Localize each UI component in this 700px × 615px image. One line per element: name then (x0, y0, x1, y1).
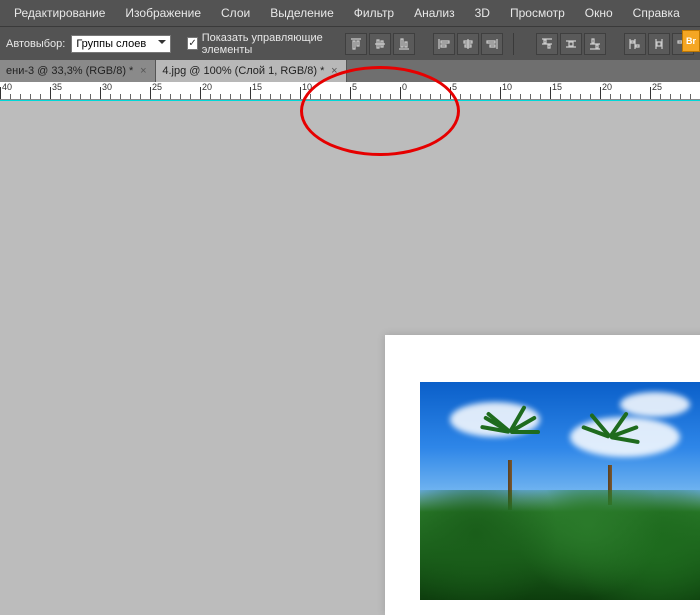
foliage (420, 490, 700, 600)
document-tabbar: ени-3 @ 33,3% (RGB/8) * × 4.jpg @ 100% (… (0, 60, 700, 82)
align-group-1 (345, 33, 415, 55)
horizontal-guide[interactable] (0, 100, 700, 101)
align-group-2 (433, 33, 503, 55)
menu-layers[interactable]: Слои (211, 2, 260, 24)
ruler-label: 20 (202, 82, 212, 92)
ruler-label: 30 (102, 82, 112, 92)
cloud (620, 392, 690, 417)
show-controls-checkbox[interactable]: ✓ (187, 37, 197, 50)
show-controls-label: Показать управляющие элементы (202, 32, 327, 56)
close-icon[interactable]: × (137, 65, 149, 77)
ruler-label: 20 (602, 82, 612, 92)
options-bar: Автовыбор: Группы слоев ✓ Показать управ… (0, 26, 700, 60)
ruler-label: 40 (2, 82, 12, 92)
document-tab-1[interactable]: ени-3 @ 33,3% (RGB/8) * × (0, 60, 156, 82)
auto-select-label: Автовыбор: (6, 38, 65, 50)
align-hcenter-icon[interactable] (457, 33, 479, 55)
tab-label: ени-3 @ 33,3% (RGB/8) * (6, 65, 133, 77)
menu-view[interactable]: Просмотр (500, 2, 575, 24)
distribute-group-1 (536, 33, 606, 55)
ruler-label: 35 (52, 82, 62, 92)
ruler-label: 10 (502, 82, 512, 92)
auto-select-dropdown[interactable]: Группы слоев (71, 35, 171, 53)
align-vcenter-icon[interactable] (369, 33, 391, 55)
ruler-label: 25 (652, 82, 662, 92)
distribute-vcenter-icon[interactable] (560, 33, 582, 55)
menu-window[interactable]: Окно (575, 2, 623, 24)
bridge-button[interactable]: Br (682, 30, 700, 52)
align-top-icon[interactable] (345, 33, 367, 55)
ruler-label: 5 (452, 82, 457, 92)
menu-3d[interactable]: 3D (465, 2, 500, 24)
distribute-hcenter-icon[interactable] (648, 33, 670, 55)
menu-edit[interactable]: Редактирование (4, 2, 115, 24)
menu-help[interactable]: Справка (623, 2, 690, 24)
document-tab-2[interactable]: 4.jpg @ 100% (Слой 1, RGB/8) * × (156, 60, 347, 82)
canvas-area[interactable] (0, 100, 700, 500)
align-bottom-icon[interactable] (393, 33, 415, 55)
menu-image[interactable]: Изображение (115, 2, 211, 24)
main-menubar: Редактирование Изображение Слои Выделени… (0, 0, 700, 26)
close-icon[interactable]: × (328, 65, 340, 77)
tab-label: 4.jpg @ 100% (Слой 1, RGB/8) * (162, 65, 324, 77)
ruler-label: 5 (352, 82, 357, 92)
ruler-label: 25 (152, 82, 162, 92)
ruler-label: 0 (402, 82, 407, 92)
menu-select[interactable]: Выделение (260, 2, 344, 24)
ruler-label: 15 (552, 82, 562, 92)
align-left-icon[interactable] (433, 33, 455, 55)
align-right-icon[interactable] (481, 33, 503, 55)
ruler-label: 10 (302, 82, 312, 92)
ruler-label: 15 (252, 82, 262, 92)
distribute-left-icon[interactable] (624, 33, 646, 55)
distribute-top-icon[interactable] (536, 33, 558, 55)
horizontal-ruler[interactable]: 403530252015105051015202530 (0, 82, 700, 100)
menu-filter[interactable]: Фильтр (344, 2, 404, 24)
distribute-bottom-icon[interactable] (584, 33, 606, 55)
show-controls-checkbox-wrap[interactable]: ✓ Показать управляющие элементы (187, 32, 327, 56)
photo-layer[interactable] (420, 382, 700, 600)
menu-analysis[interactable]: Анализ (404, 2, 465, 24)
options-divider (513, 33, 514, 55)
